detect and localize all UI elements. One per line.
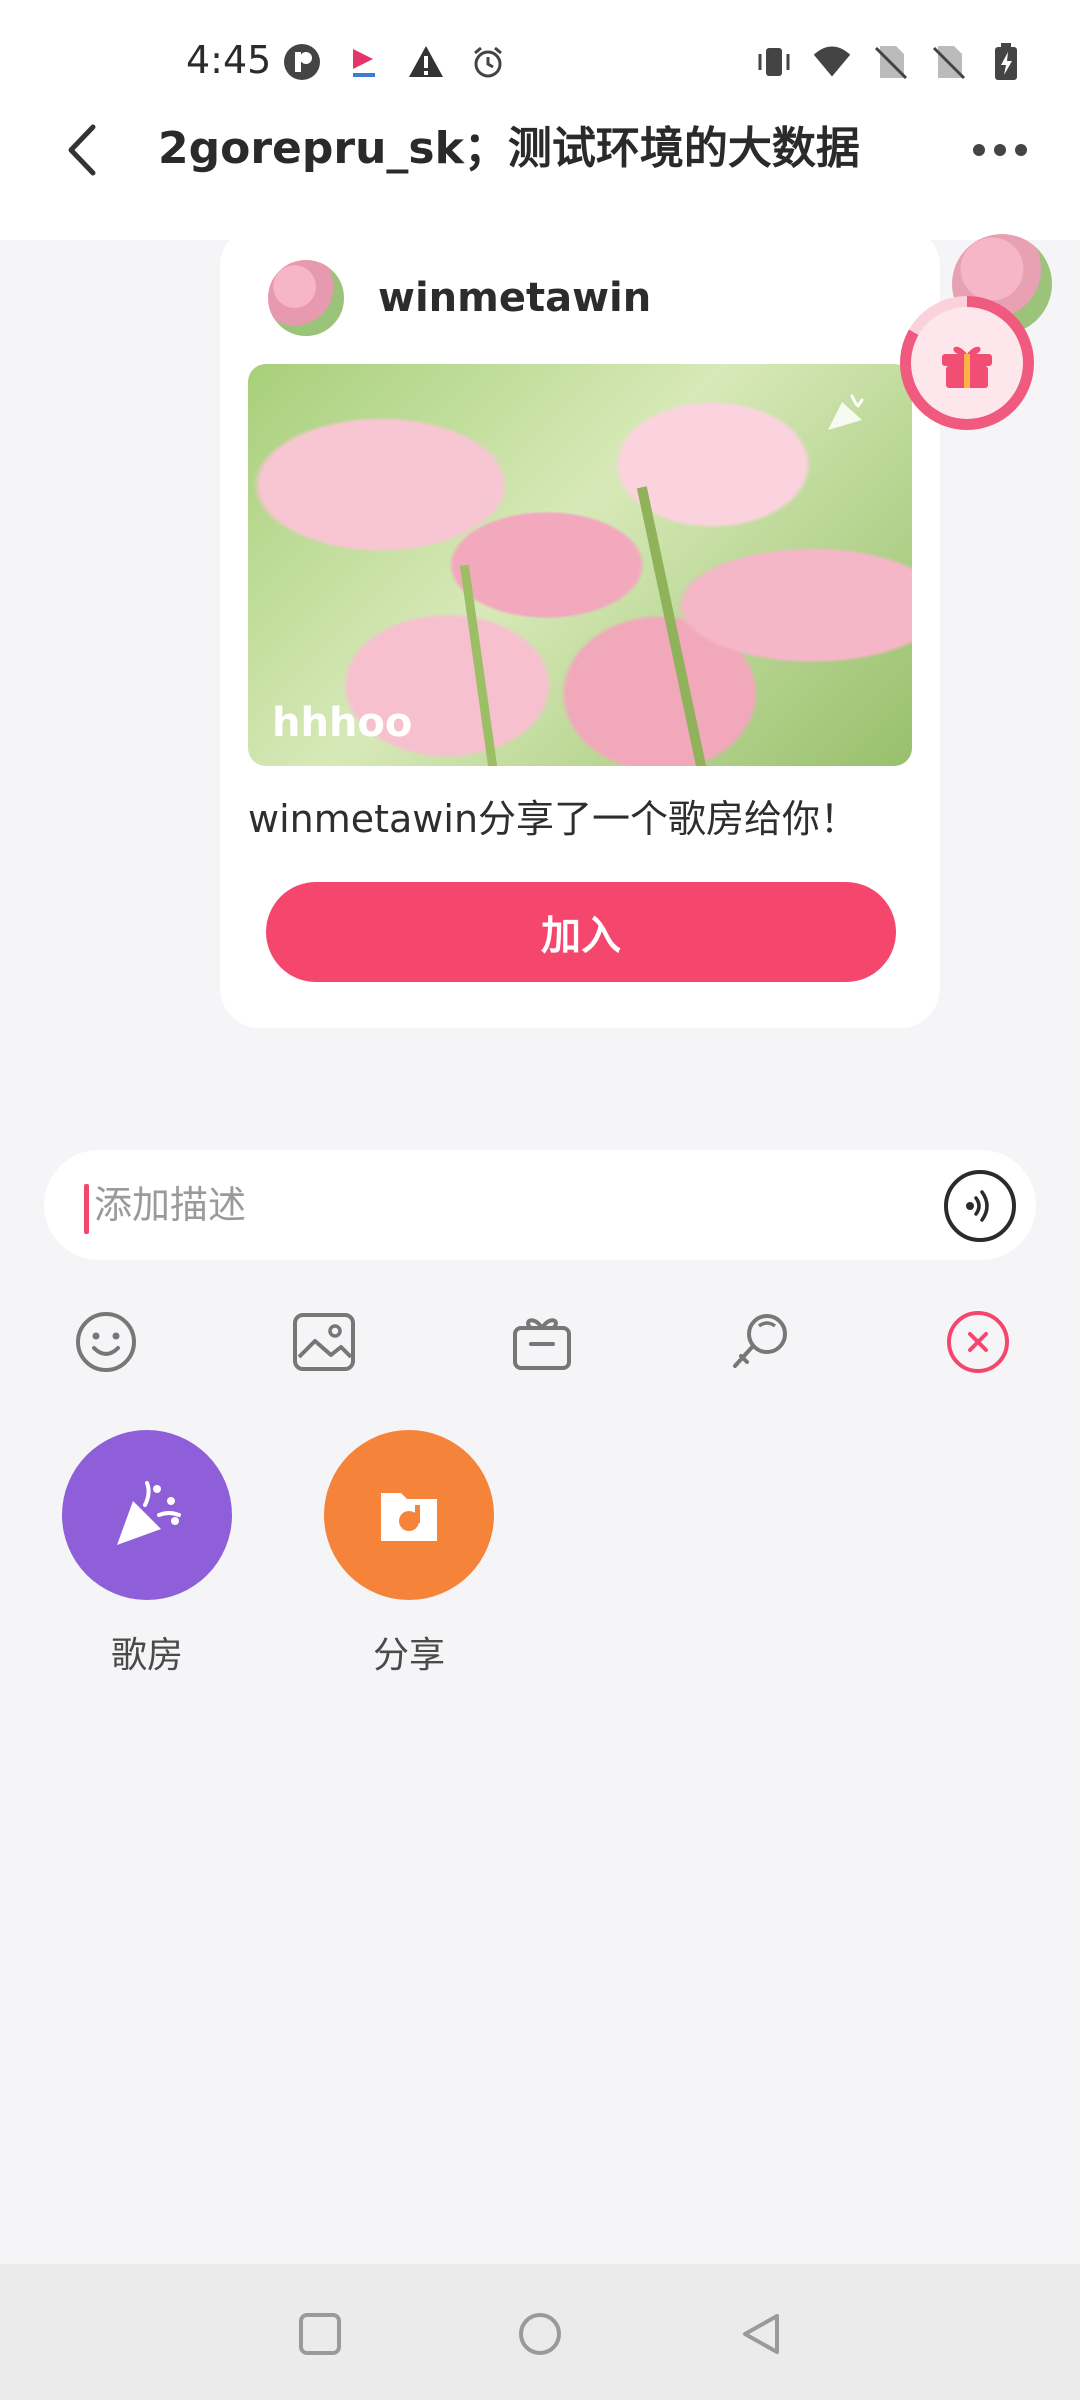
- system-nav-bar: [0, 2264, 1080, 2400]
- description-input[interactable]: [92, 1170, 912, 1240]
- flower-stem: [459, 564, 506, 766]
- status-time: 4:45: [186, 38, 272, 82]
- mic-icon[interactable]: [724, 1306, 796, 1378]
- vibrate-icon: [754, 42, 794, 82]
- voice-button[interactable]: [944, 1170, 1016, 1242]
- square-icon: [299, 2313, 341, 2355]
- party-popper-icon: [117, 1481, 181, 1545]
- input-bar: [44, 1150, 1036, 1260]
- battery-charging-icon: [986, 42, 1026, 82]
- chat-header: 2gorepru_sk；测试环境的大数据: [0, 80, 1080, 240]
- gift-box-icon[interactable]: [506, 1306, 578, 1378]
- chevron-left-icon: [68, 124, 96, 176]
- flower-stem: [636, 486, 710, 766]
- gift-inner: [911, 307, 1023, 419]
- sender-avatar[interactable]: [264, 256, 348, 340]
- share-button[interactable]: [324, 1430, 494, 1600]
- more-icon: [973, 144, 1027, 156]
- app-icon-2: [344, 42, 384, 82]
- room-name: hhhoo: [272, 700, 413, 746]
- text-cursor: [84, 1184, 89, 1234]
- alarm-icon: [468, 42, 508, 82]
- home-button[interactable]: [510, 2304, 570, 2364]
- back-button[interactable]: [52, 110, 112, 190]
- warning-icon: [406, 42, 446, 82]
- gift-button[interactable]: [900, 296, 1034, 430]
- triangle-back-icon: [743, 2314, 779, 2354]
- wifi-icon: [812, 42, 852, 82]
- status-icons-left: [282, 42, 508, 82]
- gift-icon: [942, 346, 992, 388]
- status-icons-right: [754, 42, 1026, 82]
- page-title: 2gorepru_sk；测试环境的大数据: [158, 123, 860, 174]
- room-cover-image[interactable]: hhhoo: [248, 364, 912, 766]
- no-sim-icon-2: [928, 42, 968, 82]
- circle-icon: [519, 2313, 561, 2355]
- voice-icon: [966, 1190, 989, 1222]
- back-nav-button[interactable]: [730, 2304, 790, 2364]
- feature-ktv-room[interactable]: 歌房: [62, 1430, 232, 1678]
- more-button[interactable]: [960, 120, 1040, 180]
- share-text: winmetawin分享了一个歌房给你！: [248, 797, 859, 841]
- close-icon[interactable]: [942, 1306, 1014, 1378]
- toolbar: [70, 1306, 1030, 1378]
- share-folder-icon: [381, 1493, 437, 1541]
- emoji-icon[interactable]: [70, 1306, 142, 1378]
- recent-apps-button[interactable]: [290, 2304, 350, 2364]
- feature-share[interactable]: 分享: [324, 1430, 494, 1678]
- feature-label: 歌房: [110, 1635, 183, 1676]
- sender-name: winmetawin: [378, 275, 652, 321]
- sender-row: winmetawin: [264, 256, 651, 340]
- feature-label: 分享: [372, 1635, 445, 1676]
- join-button[interactable]: 加入: [266, 882, 896, 982]
- room-badge-icon: [822, 390, 870, 438]
- no-sim-icon: [870, 42, 910, 82]
- ktv-room-button[interactable]: [62, 1430, 232, 1600]
- image-icon[interactable]: [288, 1306, 360, 1378]
- app-icon: [282, 42, 322, 82]
